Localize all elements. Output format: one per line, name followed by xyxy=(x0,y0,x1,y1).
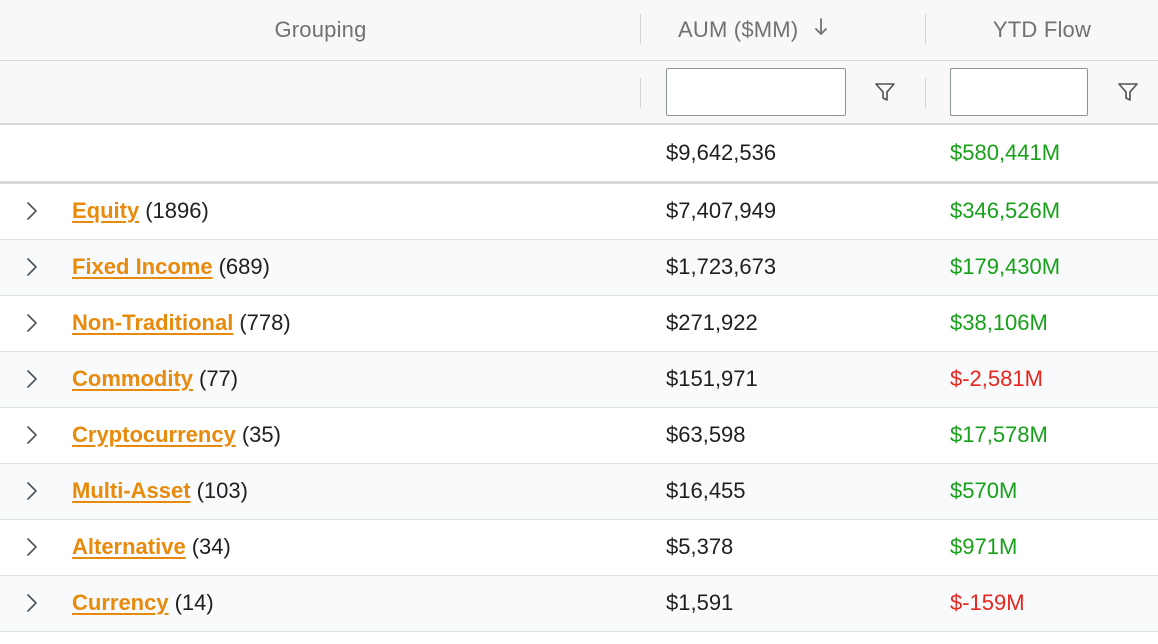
grouping-count: (34) xyxy=(191,534,231,559)
table-row[interactable]: Equity (1896) $7,407,949 $346,526M xyxy=(0,184,1158,240)
grouping-cell: Non-Traditional (778) xyxy=(72,296,291,350)
ytd-flow-filter-input[interactable] xyxy=(950,68,1088,116)
grouping-cell: Currency (14) xyxy=(72,576,214,630)
chevron-right-icon[interactable] xyxy=(24,368,40,390)
total-aum: $9,642,536 xyxy=(666,140,777,165)
filter-row xyxy=(0,61,1158,125)
total-ytd-flow: $580,441M xyxy=(950,140,1061,165)
grouping-link[interactable]: Multi-Asset xyxy=(72,478,191,504)
ytd-flow-cell: $971M xyxy=(950,534,1018,559)
column-header-aum-label: AUM ($MM) xyxy=(678,17,799,42)
grouping-cell: Cryptocurrency (35) xyxy=(72,408,281,462)
grouping-cell: Commodity (77) xyxy=(72,352,238,406)
arrow-down-icon[interactable] xyxy=(814,17,828,43)
column-header-ytd-flow-label: YTD Flow xyxy=(992,17,1092,42)
table-row[interactable]: Cryptocurrency (35) $63,598 $17,578M xyxy=(0,408,1158,464)
filter-divider xyxy=(640,78,641,108)
grouping-count: (14) xyxy=(174,590,214,615)
grouping-count: (77) xyxy=(199,366,239,391)
funnel-icon[interactable] xyxy=(1117,81,1139,103)
chevron-right-icon[interactable] xyxy=(24,536,40,558)
aum-cell: $16,455 xyxy=(666,478,746,503)
column-header-grouping[interactable]: Grouping xyxy=(0,0,641,60)
chevron-right-icon[interactable] xyxy=(24,256,40,278)
grouping-count: (35) xyxy=(241,422,281,447)
ytd-flow-cell: $179,430M xyxy=(950,254,1061,279)
grouping-link[interactable]: Commodity xyxy=(72,366,193,392)
data-grid: Grouping AUM ($MM) YTD Flow $9,642,536 $… xyxy=(0,0,1158,644)
ytd-flow-cell: $17,578M xyxy=(950,422,1048,447)
total-row: $9,642,536 $580,441M xyxy=(0,125,1158,184)
grouping-count: (778) xyxy=(239,310,291,335)
chevron-right-icon[interactable] xyxy=(24,312,40,334)
column-header-grouping-label: Grouping xyxy=(274,17,367,42)
aum-cell: $151,971 xyxy=(666,366,758,391)
grouping-count: (103) xyxy=(196,478,248,503)
grouping-count: (689) xyxy=(218,254,270,279)
grouping-cell: Alternative (34) xyxy=(72,520,231,574)
filter-divider xyxy=(925,78,926,108)
table-row[interactable]: Commodity (77) $151,971 $-2,581M xyxy=(0,352,1158,408)
ytd-flow-cell: $-159M xyxy=(950,590,1025,615)
aum-cell: $63,598 xyxy=(666,422,746,447)
header-row: Grouping AUM ($MM) YTD Flow xyxy=(0,0,1158,61)
grouping-cell: Equity (1896) xyxy=(72,184,209,238)
column-header-ytd-flow[interactable]: YTD Flow xyxy=(926,0,1158,60)
grouping-count: (1896) xyxy=(145,198,209,223)
table-row[interactable]: Fixed Income (689) $1,723,673 $179,430M xyxy=(0,240,1158,296)
grouping-link[interactable]: Cryptocurrency xyxy=(72,422,236,448)
grouping-cell: Multi-Asset (103) xyxy=(72,464,248,518)
funnel-icon[interactable] xyxy=(874,81,896,103)
ytd-flow-cell: $38,106M xyxy=(950,310,1048,335)
grouping-link[interactable]: Alternative xyxy=(72,534,186,560)
grouping-cell: Fixed Income (689) xyxy=(72,240,270,294)
chevron-right-icon[interactable] xyxy=(24,424,40,446)
ytd-flow-cell: $570M xyxy=(950,478,1018,503)
grouping-link[interactable]: Equity xyxy=(72,198,139,224)
aum-cell: $5,378 xyxy=(666,534,734,559)
chevron-right-icon[interactable] xyxy=(24,480,40,502)
grouping-rows: Equity (1896) $7,407,949 $346,526M Fixed Inc… xyxy=(0,184,1158,632)
chevron-right-icon[interactable] xyxy=(24,592,40,614)
chevron-right-icon[interactable] xyxy=(24,200,40,222)
table-row[interactable]: Non-Traditional (778) $271,922 $38,106M xyxy=(0,296,1158,352)
grouping-link[interactable]: Fixed Income xyxy=(72,254,213,280)
ytd-flow-cell: $-2,581M xyxy=(950,366,1043,391)
ytd-flow-cell: $346,526M xyxy=(950,198,1061,223)
table-row[interactable]: Alternative (34) $5,378 $971M xyxy=(0,520,1158,576)
grouping-link[interactable]: Currency xyxy=(72,590,169,616)
table-row[interactable]: Currency (14) $1,591 $-159M xyxy=(0,576,1158,632)
aum-filter-input[interactable] xyxy=(666,68,846,116)
aum-cell: $1,591 xyxy=(666,590,734,615)
table-row[interactable]: Multi-Asset (103) $16,455 $570M xyxy=(0,464,1158,520)
aum-cell: $271,922 xyxy=(666,310,758,335)
aum-cell: $1,723,673 xyxy=(666,254,777,279)
grouping-link[interactable]: Non-Traditional xyxy=(72,310,233,336)
column-header-aum[interactable]: AUM ($MM) xyxy=(641,0,925,60)
aum-cell: $7,407,949 xyxy=(666,198,777,223)
